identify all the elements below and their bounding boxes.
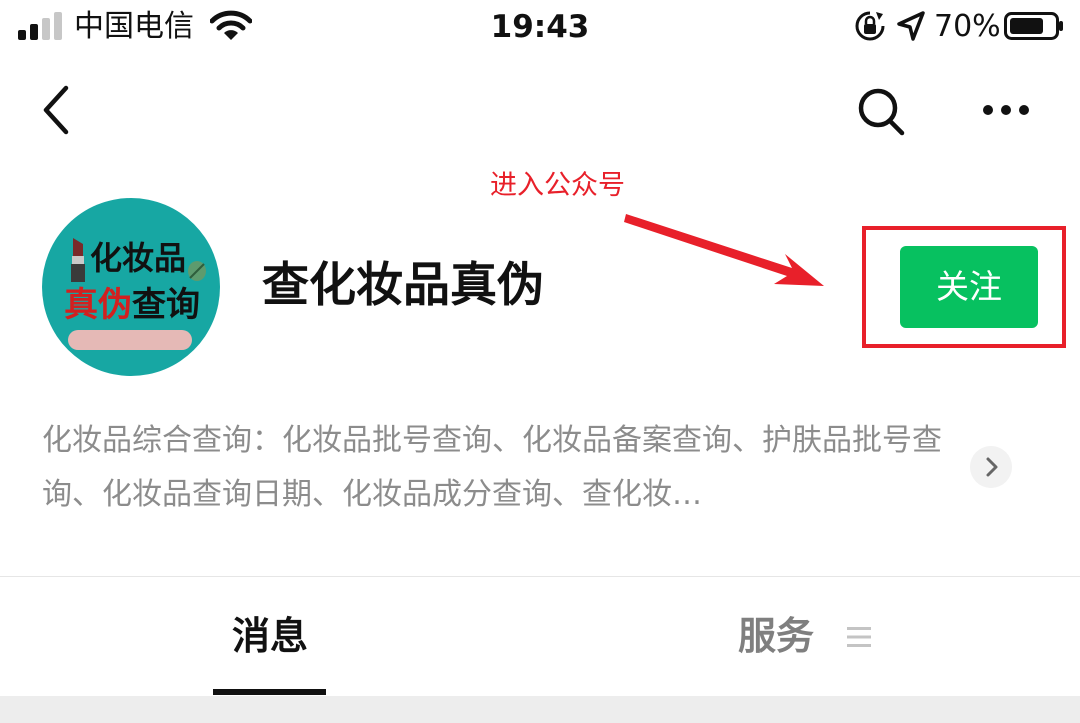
lipstick-swatch bbox=[68, 330, 192, 350]
account-avatar[interactable]: 化妆品 真伪查询 bbox=[42, 198, 220, 376]
lipstick-icon bbox=[71, 238, 85, 282]
content-area-top bbox=[0, 696, 1080, 723]
battery-icon bbox=[1004, 12, 1063, 40]
section-divider bbox=[0, 576, 1080, 577]
annotation-label: 进入公众号 bbox=[490, 170, 625, 201]
status-bar: 中国电信 19:43 70% bbox=[0, 0, 1080, 56]
tab-messages[interactable]: 消息 bbox=[200, 604, 340, 668]
rotation-lock-icon bbox=[855, 11, 885, 41]
avatar-text-line2: 真伪查询 bbox=[64, 284, 200, 326]
avatar-text-red: 真伪 bbox=[64, 285, 132, 325]
leaf-icon bbox=[188, 261, 206, 281]
tab-services[interactable]: 服务 bbox=[738, 604, 838, 668]
location-arrow-icon bbox=[897, 11, 925, 41]
account-name: 查化妆品真伪 bbox=[262, 258, 544, 313]
avatar-text-line1: 化妆品 bbox=[90, 239, 187, 277]
battery-percent: 70% bbox=[934, 9, 1001, 44]
more-dots-icon[interactable] bbox=[976, 90, 1036, 130]
account-description[interactable]: 化妆品综合查询：化妆品批号查询、化妆品备案查询、护肤品批号查询、化妆品查询日期、… bbox=[42, 414, 962, 522]
follow-button[interactable]: 关注 bbox=[900, 246, 1038, 328]
back-chevron-icon[interactable] bbox=[36, 82, 80, 138]
search-icon[interactable] bbox=[856, 86, 908, 138]
annotation-arrow-icon bbox=[624, 214, 824, 286]
tab-active-indicator bbox=[213, 689, 326, 695]
chevron-right-icon[interactable] bbox=[970, 446, 1012, 488]
menu-icon[interactable] bbox=[846, 624, 872, 650]
avatar-text-dark: 查询 bbox=[132, 285, 200, 325]
